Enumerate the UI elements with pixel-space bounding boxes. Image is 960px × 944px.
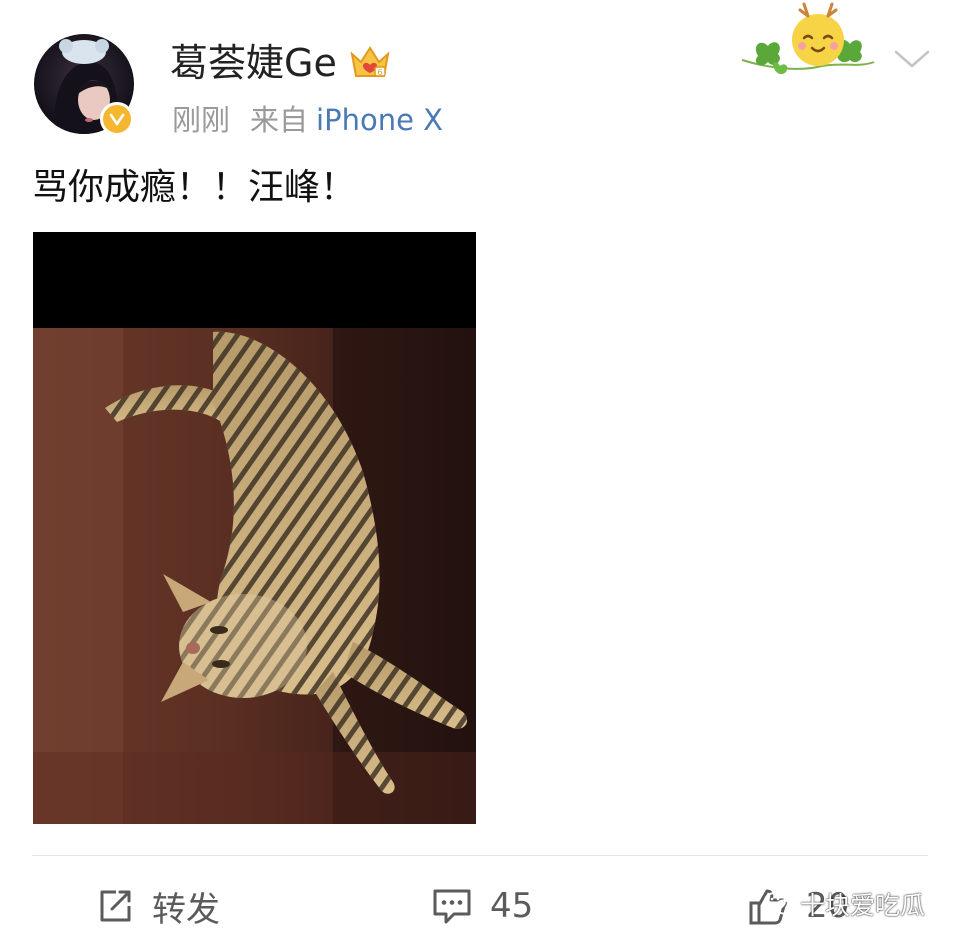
watermark-text: 十块爱吃瓜 bbox=[800, 891, 926, 920]
comment-count: 45 bbox=[490, 886, 534, 926]
source-prefix: 来自 bbox=[250, 103, 309, 137]
repost-button[interactable]: 转发 bbox=[96, 880, 220, 932]
verified-badge-icon bbox=[100, 102, 134, 136]
comment-icon bbox=[432, 887, 472, 925]
post-image[interactable] bbox=[33, 232, 476, 824]
author-name[interactable]: 葛荟婕Ge bbox=[170, 38, 337, 88]
post-meta: 刚刚 来自 iPhone X bbox=[172, 100, 443, 140]
post-text: 骂你成瘾！！汪峰！ bbox=[32, 167, 357, 208]
watermark: 十块爱吃瓜 bbox=[764, 886, 925, 922]
source-device[interactable]: iPhone X bbox=[316, 103, 443, 137]
divider bbox=[32, 855, 928, 856]
chevron-down-icon[interactable] bbox=[890, 44, 934, 74]
comment-button[interactable]: 45 bbox=[432, 880, 533, 932]
svg-text:6: 6 bbox=[377, 68, 382, 77]
wechat-icon bbox=[764, 891, 794, 917]
cartoon-deer-decoration bbox=[738, 2, 878, 84]
repost-label: 转发 bbox=[152, 889, 220, 930]
post-time: 刚刚 bbox=[172, 103, 231, 137]
crown-icon[interactable]: 6 bbox=[348, 40, 392, 84]
share-icon bbox=[96, 887, 134, 925]
